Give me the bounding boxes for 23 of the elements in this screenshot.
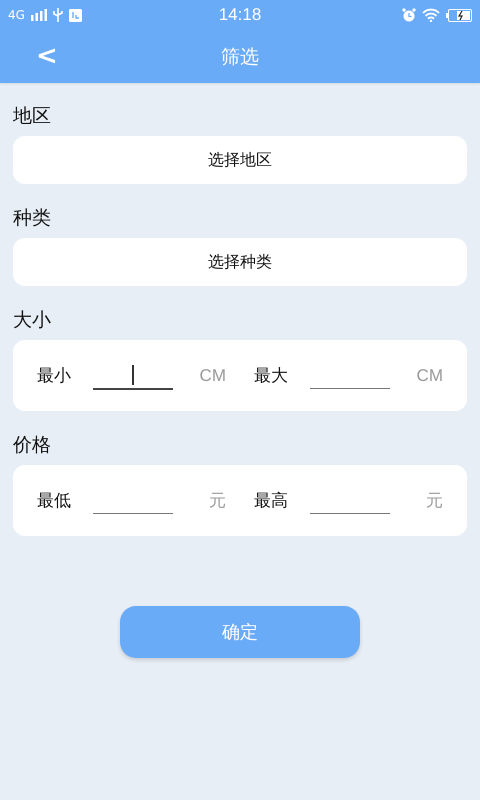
section-label: 价格 (13, 433, 52, 458)
section-label: 地区 (13, 104, 52, 129)
alarm-icon (402, 8, 416, 22)
section-label: 种类 (13, 206, 52, 231)
select-button[interactable]: 选择地区 (13, 136, 467, 184)
select-button[interactable]: 选择种类 (13, 238, 467, 286)
section-label: 大小 (13, 308, 52, 333)
field-label: 最大 (254, 365, 289, 387)
field-label: 最小 (37, 365, 72, 387)
network-label: 4G (8, 8, 25, 22)
page-title: 筛选 (221, 44, 259, 70)
wifi-icon (422, 8, 440, 22)
usb-icon (52, 8, 63, 22)
unit-label: 元 (426, 490, 443, 512)
unit-label: CM (200, 366, 226, 386)
unit-label: CM (416, 366, 443, 386)
unit-label: 元 (209, 490, 226, 512)
field-label: 最低 (37, 490, 72, 512)
battery-icon (446, 8, 472, 22)
field-label: 最高 (254, 490, 289, 512)
signal-icon (30, 9, 47, 21)
notification-icon (68, 8, 82, 22)
clock-time: 14:18 (218, 5, 262, 25)
